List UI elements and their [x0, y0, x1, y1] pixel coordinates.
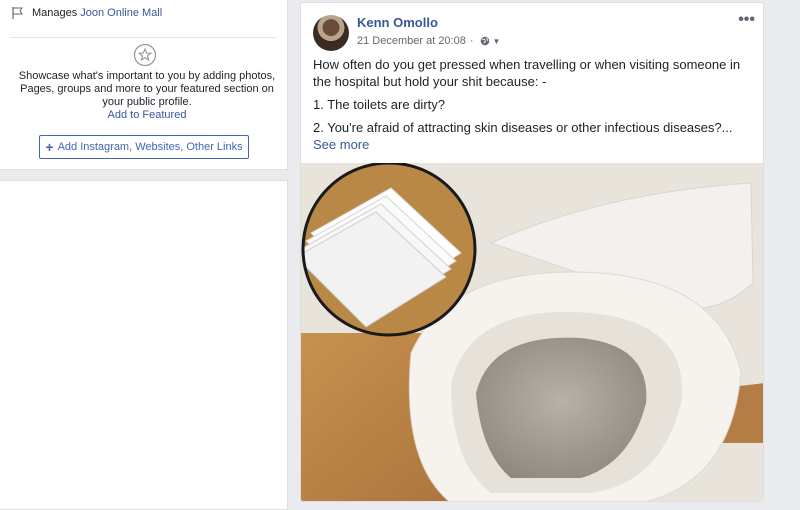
- sidebar-card-empty: [0, 180, 288, 510]
- post-timestamp[interactable]: 21 December at 20:08: [357, 35, 466, 47]
- more-icon[interactable]: •••: [738, 11, 755, 29]
- featured-description: Showcase what's important to you by addi…: [10, 70, 284, 122]
- post-author[interactable]: Kenn Omollo: [357, 15, 438, 30]
- page-background-strip: [766, 0, 800, 500]
- post-image[interactable]: [301, 163, 764, 502]
- manages-row: Manages Joon Online Mall: [12, 7, 162, 19]
- meta-separator: ·: [469, 35, 474, 47]
- managed-page-link[interactable]: Joon Online Mall: [80, 7, 162, 19]
- add-links-label: Add Instagram, Websites, Other Links: [57, 141, 243, 153]
- post-card: Kenn Omollo 21 December at 20:08 · ▼ •••…: [300, 2, 764, 502]
- add-to-featured-link[interactable]: Add to Featured: [10, 109, 284, 122]
- divider: [10, 37, 277, 38]
- chevron-down-icon[interactable]: ▼: [493, 37, 501, 46]
- post-text-item-2: 2. You're afraid of attracting skin dise…: [313, 120, 733, 135]
- add-links-button[interactable]: + Add Instagram, Websites, Other Links: [39, 135, 249, 159]
- post-text-item-1: 1. The toilets are dirty?: [313, 97, 445, 112]
- post-text-intro: How often do you get pressed when travel…: [313, 57, 741, 89]
- plus-icon: +: [45, 139, 54, 155]
- manages-label: Manages: [32, 7, 78, 19]
- post-meta: 21 December at 20:08 · ▼: [357, 35, 500, 47]
- post-text: How often do you get pressed when travel…: [313, 56, 751, 153]
- flag-icon: [12, 7, 23, 19]
- star-icon: [133, 43, 157, 67]
- avatar[interactable]: [313, 15, 349, 51]
- featured-description-text: Showcase what's important to you by addi…: [18, 70, 276, 108]
- featured-card: Manages Joon Online Mall Showcase what's…: [0, 0, 288, 170]
- see-more-link[interactable]: See more: [313, 137, 369, 152]
- globe-icon[interactable]: [480, 36, 490, 46]
